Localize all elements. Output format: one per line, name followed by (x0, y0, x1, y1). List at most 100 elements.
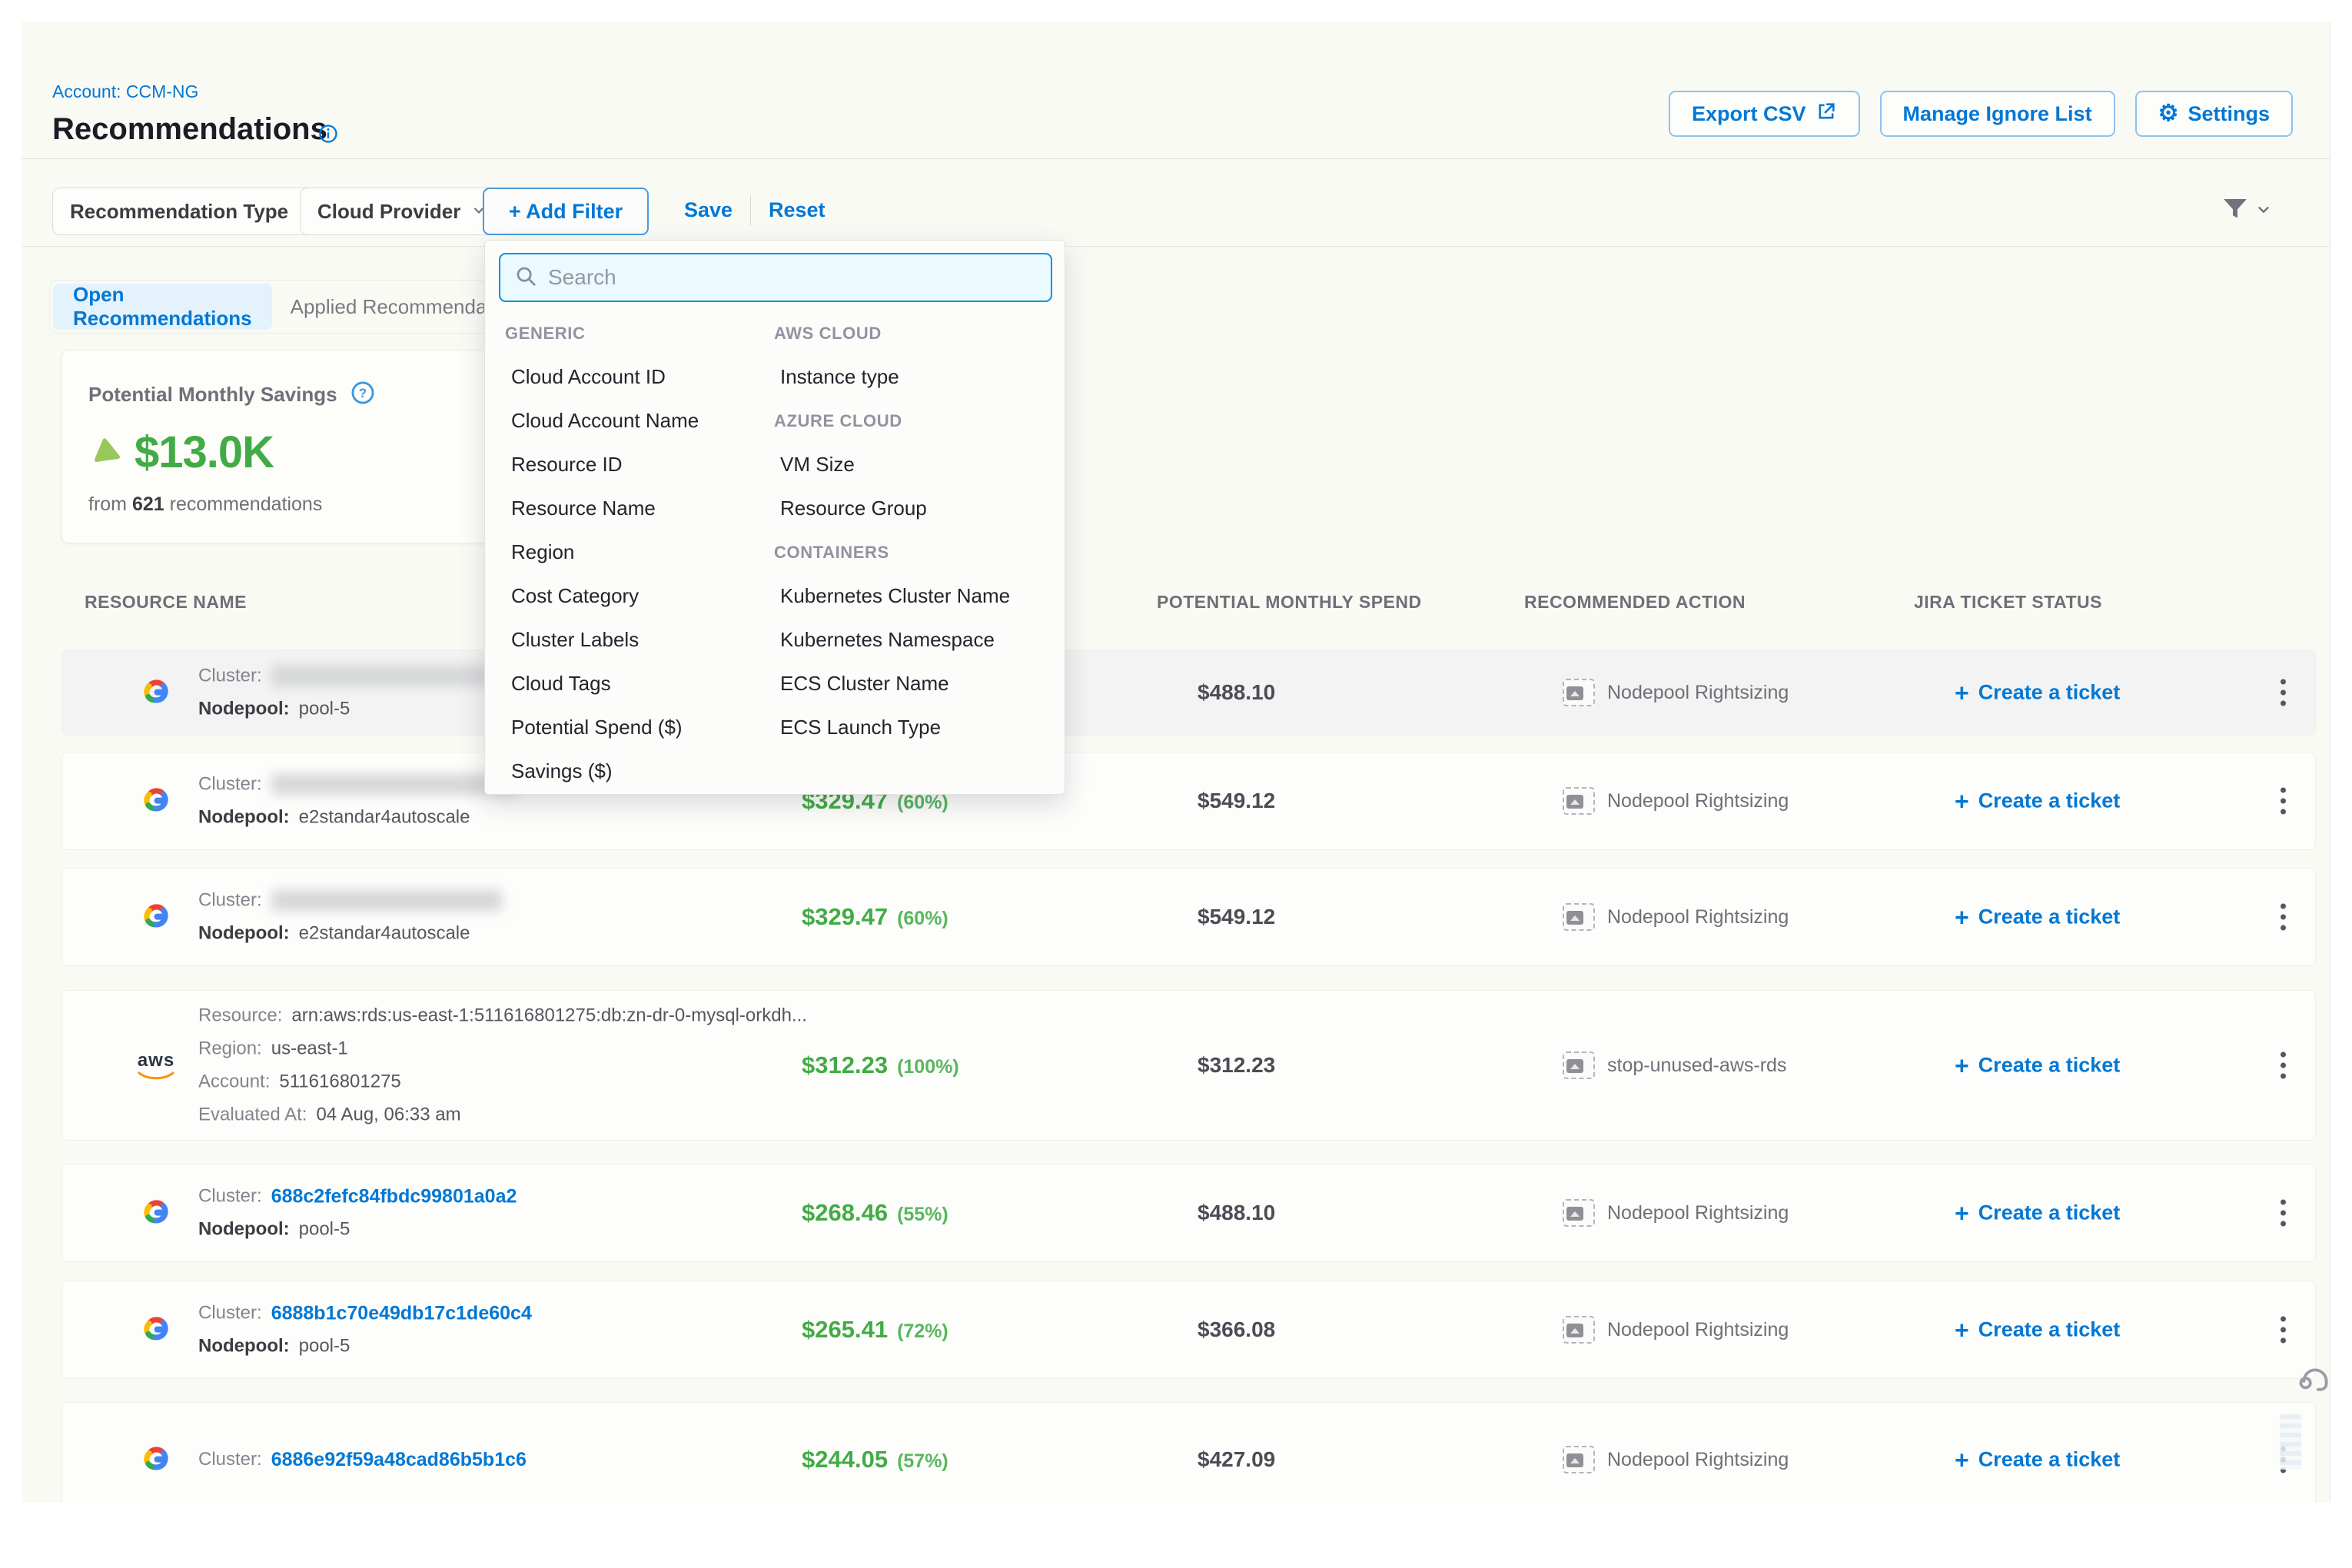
table-row[interactable]: Cluster:6886e92f59a48cad86b5b1c6$244.05(… (61, 1402, 2316, 1503)
row-menu-kebab-icon[interactable] (2274, 1194, 2292, 1233)
savings-amount: $268.46 (802, 1199, 888, 1227)
dropdown-item[interactable]: Cloud Account ID (505, 355, 699, 399)
table-row[interactable]: Cluster:688c2fefc84fbdc99801a0a2 Nodepool… (61, 1164, 2316, 1262)
row-menu-kebab-icon[interactable] (2274, 898, 2292, 937)
export-csv-button[interactable]: Export CSV (1669, 91, 1860, 137)
tab-open-recommendations[interactable]: Open Recommendations (53, 284, 272, 330)
field-value: e2standar4autoscale (299, 922, 470, 945)
plus-icon: + (1955, 1204, 1969, 1222)
manage-ignore-list-label: Manage Ignore List (1903, 102, 2092, 126)
gcp-logo-icon (133, 1312, 179, 1348)
header-divider (22, 158, 2330, 159)
savings-amount: $244.05 (802, 1446, 888, 1473)
resource-detail-line: Nodepool:pool-5 (198, 1335, 532, 1358)
potential-monthly-spend-value: $549.12 (1198, 905, 1275, 929)
dropdown-item[interactable]: Cost Category (505, 574, 699, 618)
row-menu-kebab-icon[interactable] (2274, 1311, 2292, 1350)
account-breadcrumb-link[interactable]: Account: CCM-NG (52, 81, 198, 102)
support-headset-icon[interactable] (2295, 1360, 2330, 1401)
recommended-action: stop-unused-aws-rds (1563, 1051, 1786, 1079)
reset-filter-link[interactable]: Reset (769, 198, 826, 222)
dropdown-item[interactable]: Kubernetes Cluster Name (774, 574, 1010, 618)
column-header-recommended-action: RECOMMENDED ACTION (1524, 592, 1746, 613)
create-ticket-button[interactable]: +Create a ticket (1955, 905, 2120, 929)
settings-button[interactable]: ⚙ Settings (2135, 91, 2293, 137)
resource-detail-line: Cluster: (198, 889, 502, 912)
dropdown-item[interactable]: Cloud Tags (505, 662, 699, 706)
recommended-action-label: Nodepool Rightsizing (1607, 1319, 1789, 1341)
dropdown-item[interactable]: Cloud Account Name (505, 399, 699, 443)
row-menu-kebab-icon[interactable] (2274, 782, 2292, 821)
dropdown-section-header: GENERIC (505, 311, 699, 355)
nodepool-action-icon (1563, 787, 1595, 815)
chip-label: Cloud Provider (317, 200, 460, 224)
row-menu-kebab-icon[interactable] (2274, 1046, 2292, 1085)
filter-chip-recommendation-type[interactable]: Recommendation Type (52, 188, 332, 235)
create-ticket-label: Create a ticket (1978, 681, 2121, 705)
recommended-action: Nodepool Rightsizing (1563, 1199, 1789, 1227)
table-row[interactable]: Cluster:Nodepool:pool-5$488.10Nodepool R… (61, 649, 2316, 736)
field-value: us-east-1 (271, 1038, 348, 1061)
create-ticket-label: Create a ticket (1978, 789, 2121, 813)
dropdown-item[interactable]: Resource ID (505, 443, 699, 487)
resource-detail-line: Nodepool:e2standar4autoscale (198, 806, 533, 829)
create-ticket-button[interactable]: +Create a ticket (1955, 1318, 2120, 1342)
search-input[interactable] (548, 265, 1037, 290)
savings-percent: (57%) (897, 1450, 948, 1473)
recommended-action: Nodepool Rightsizing (1563, 679, 1789, 706)
manage-ignore-list-button[interactable]: Manage Ignore List (1880, 91, 2115, 137)
nodepool-action-icon (1563, 1446, 1595, 1473)
dropdown-item[interactable]: ECS Cluster Name (774, 662, 1010, 706)
create-ticket-label: Create a ticket (1978, 1054, 2121, 1078)
chevron-down-icon (2255, 201, 2272, 222)
create-ticket-button[interactable]: +Create a ticket (1955, 681, 2120, 705)
add-filter-button[interactable]: + Add Filter (483, 188, 649, 235)
field-label: Cluster: (198, 1302, 262, 1325)
dropdown-item[interactable]: Cluster Labels (505, 618, 699, 662)
filter-chip-cloud-provider[interactable]: Cloud Provider (300, 188, 504, 235)
dropdown-item[interactable]: Resource Name (505, 487, 699, 530)
scrollbar-thumb[interactable] (2280, 1414, 2301, 1470)
cluster-link[interactable]: 6886e92f59a48cad86b5b1c6 (271, 1448, 527, 1471)
dropdown-item[interactable]: Resource Group (774, 487, 1010, 530)
dropdown-item[interactable]: ECS Launch Type (774, 706, 1010, 749)
table-row[interactable]: awsResource:arn:aws:rds:us-east-1:511616… (61, 990, 2316, 1141)
table-row[interactable]: Cluster:)iNodepool:e2standar4autoscale$3… (61, 752, 2316, 850)
gcp-logo-icon (133, 783, 179, 819)
row-menu-kebab-icon[interactable] (2274, 673, 2292, 713)
field-label: Nodepool: (198, 698, 290, 721)
resource-detail-line: Cluster:)i (198, 773, 533, 796)
recommended-action: Nodepool Rightsizing (1563, 903, 1789, 931)
dropdown-item[interactable]: Kubernetes Namespace (774, 618, 1010, 662)
potential-monthly-savings-card: Potential Monthly Savings ? $13.0K from … (61, 350, 492, 543)
cluster-link[interactable]: 688c2fefc84fbdc99801a0a2 (271, 1185, 517, 1208)
cluster-link[interactable]: 6888b1c70e49db17c1de60c4 (271, 1302, 532, 1325)
tabs-group: Open Recommendations Applied Recommendat… (49, 280, 520, 334)
savings-card-title: Potential Monthly Savings (88, 383, 337, 407)
savings-subtitle: from 621 recommendations (88, 493, 465, 516)
create-ticket-button[interactable]: +Create a ticket (1955, 789, 2120, 813)
info-icon[interactable] (317, 123, 339, 148)
dropdown-item[interactable]: Potential Spend ($) (505, 706, 699, 749)
resource-detail-line: Account:511616801275 (198, 1071, 807, 1094)
help-icon[interactable]: ? (350, 380, 376, 410)
table-row[interactable]: Cluster:Nodepool:e2standar4autoscale$329… (61, 868, 2316, 966)
resource-detail-line: Nodepool:pool-5 (198, 1218, 517, 1241)
page-title: Recommendations (52, 112, 327, 147)
dropdown-item[interactable]: VM Size (774, 443, 1010, 487)
create-ticket-button[interactable]: +Create a ticket (1955, 1054, 2120, 1078)
dropdown-item[interactable]: Instance type (774, 355, 1010, 399)
plus-icon: + (1955, 1450, 1969, 1469)
dropdown-item[interactable]: Savings ($) (505, 749, 699, 793)
nodepool-action-icon (1563, 1316, 1595, 1344)
resource-details: Cluster:Nodepool:e2standar4autoscale (198, 889, 502, 945)
create-ticket-button[interactable]: +Create a ticket (1955, 1201, 2120, 1225)
gcp-logo-icon (133, 1442, 179, 1478)
save-filter-link[interactable]: Save (684, 198, 733, 222)
resource-detail-line: Evaluated At:04 Aug, 06:33 am (198, 1104, 807, 1127)
resource-detail-line: Cluster:688c2fefc84fbdc99801a0a2 (198, 1185, 517, 1208)
table-row[interactable]: Cluster: 6888b1c70e49db17c1de60c4 Nodepool… (61, 1281, 2316, 1379)
filter-funnel-button[interactable] (2218, 194, 2272, 230)
dropdown-item[interactable]: Region (505, 530, 699, 574)
create-ticket-button[interactable]: +Create a ticket (1955, 1448, 2120, 1472)
